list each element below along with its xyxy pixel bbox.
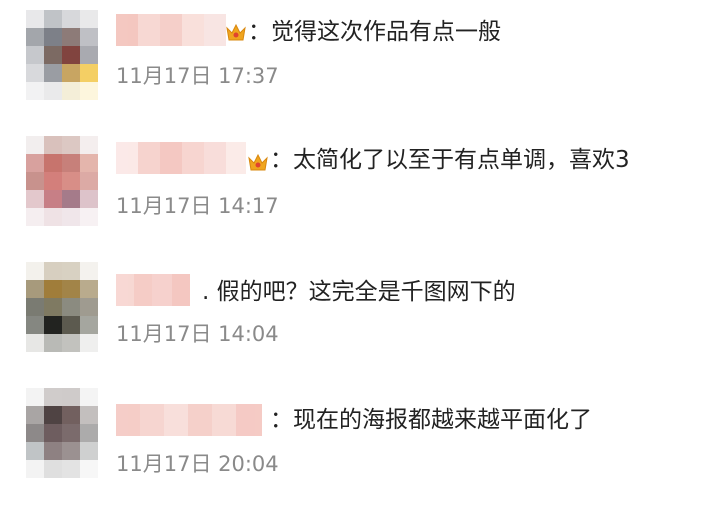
comment-time: 11月17日 20:04: [116, 452, 279, 476]
username-blurred[interactable]: [116, 274, 190, 306]
username-blurred[interactable]: [116, 142, 246, 174]
comment-time: 11月17日 17:37: [116, 64, 279, 88]
username-blurred[interactable]: [116, 404, 262, 436]
avatar[interactable]: [26, 262, 98, 352]
comment-item: ：太简化了以至于有点单调，喜欢3 11月17日 14:17: [0, 128, 704, 246]
comment-time: 11月17日 14:04: [116, 322, 279, 346]
comment-item: ：觉得这次作品有点一般 11月17日 17:37: [0, 0, 704, 118]
comment-text: ：觉得这次作品有点一般: [248, 19, 501, 45]
avatar[interactable]: [26, 136, 98, 226]
avatar[interactable]: [26, 388, 98, 478]
username-blurred[interactable]: [116, 14, 226, 46]
comment-text: . 假的吧？这完全是千图网下的: [202, 279, 516, 305]
crown-icon: [224, 20, 248, 44]
comment-text: ：现在的海报都越来越平面化了: [270, 407, 592, 433]
comment-text: ：太简化了以至于有点单调，喜欢3: [270, 147, 630, 173]
comment-time: 11月17日 14:17: [116, 194, 279, 218]
comment-item: . 假的吧？这完全是千图网下的 11月17日 14:04: [0, 256, 704, 374]
crown-icon: [246, 150, 270, 174]
avatar[interactable]: [26, 10, 98, 100]
comment-item: ：现在的海报都越来越平面化了 11月17日 20:04: [0, 384, 704, 502]
